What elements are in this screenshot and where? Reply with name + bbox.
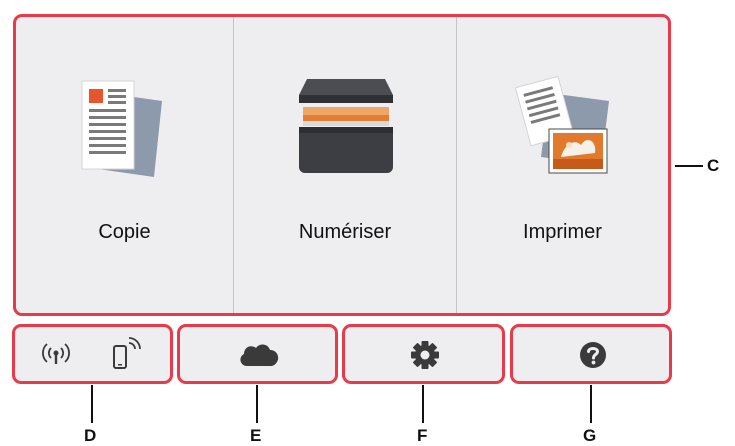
callout-d-letter: D bbox=[84, 426, 97, 445]
cloud-icon bbox=[240, 344, 279, 366]
print-photo-icon bbox=[514, 75, 609, 174]
copy-tile[interactable]: Copie bbox=[16, 17, 233, 313]
settings-button[interactable] bbox=[342, 324, 505, 384]
callout-c-line bbox=[675, 165, 703, 167]
copy-label: Copie bbox=[98, 221, 151, 243]
phone-wireless-icon bbox=[113, 337, 141, 369]
print-tile[interactable]: Imprimer bbox=[457, 17, 668, 313]
question-icon bbox=[580, 342, 606, 368]
callout-g-letter: G bbox=[583, 426, 597, 445]
callout-f-line bbox=[422, 385, 424, 423]
help-button[interactable] bbox=[510, 324, 672, 384]
wireless-antenna-icon bbox=[42, 343, 70, 364]
gear-icon bbox=[411, 341, 439, 369]
callout-c-letter: C bbox=[707, 156, 720, 175]
callout-d-line bbox=[91, 385, 93, 423]
cloud-button[interactable] bbox=[177, 324, 338, 384]
print-label: Imprimer bbox=[523, 221, 602, 243]
callout-f-letter: F bbox=[417, 426, 428, 445]
network-status-button[interactable] bbox=[12, 324, 173, 384]
scanner-icon bbox=[299, 79, 393, 173]
main-menu-panel: Copie Numériser Imprimer bbox=[13, 14, 671, 316]
callout-g-line bbox=[590, 385, 592, 423]
scan-label: Numériser bbox=[298, 221, 392, 243]
scan-tile[interactable]: Numériser bbox=[234, 17, 456, 313]
callout-e-letter: E bbox=[250, 426, 262, 445]
copy-icon bbox=[81, 80, 162, 177]
callout-e-line bbox=[256, 385, 258, 423]
